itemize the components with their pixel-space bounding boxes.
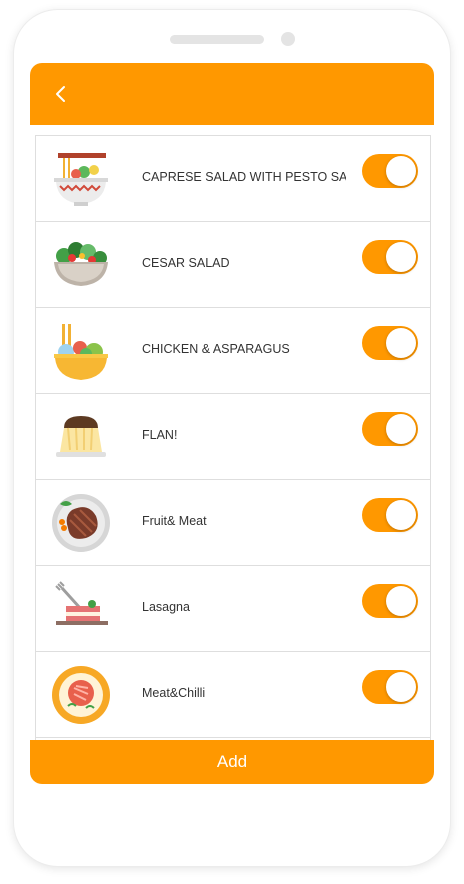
app-screen: CAPRESE SALAD WITH PESTO SAUCE [30,63,434,784]
list-item: Fruit& Meat [36,480,430,566]
phone-frame: CAPRESE SALAD WITH PESTO SAUCE [14,10,450,866]
toggle-knob [386,500,416,530]
list-item-label: CHICKEN & ASPARAGUS [142,342,290,356]
item-toggle[interactable] [362,498,418,532]
toggle-knob [386,414,416,444]
list-item: CHICKEN & ASPARAGUS [36,308,430,394]
toggle-knob [386,156,416,186]
phone-camera [281,32,295,46]
item-toggle[interactable] [362,240,418,274]
toggle-knob [386,328,416,358]
list-item: CAPRESE SALAD WITH PESTO SAUCE [36,136,430,222]
item-toggle[interactable] [362,584,418,618]
flan-dessert-icon [50,406,112,468]
chevron-left-icon[interactable] [52,83,72,105]
list-item: CESAR SALAD [36,222,430,308]
rice-bowl-chopsticks-icon [50,320,112,382]
list-item: Meat&Chilli [36,652,430,738]
app-bar [30,63,434,125]
list-item-label: Lasagna [142,600,190,614]
lasagna-fork-icon [50,578,112,640]
list-item: FLAN! [36,394,430,480]
toggle-knob [386,242,416,272]
list-item-label: CAPRESE SALAD WITH PESTO SAUCE [142,170,346,184]
salad-bowl-icon [50,234,112,296]
list-item-label: Meat&Chilli [142,686,206,700]
phone-speaker [170,35,264,44]
item-toggle[interactable] [362,670,418,704]
toggle-knob [386,586,416,616]
steak-plate-icon [50,492,112,554]
list-item: Lasagna [36,566,430,652]
toggle-knob [386,672,416,702]
list-item-label: CESAR SALAD [142,256,230,270]
item-toggle[interactable] [362,412,418,446]
list-item-label: Fruit& Meat [142,514,207,528]
dish-list: CAPRESE SALAD WITH PESTO SAUCE [35,135,431,741]
item-toggle[interactable] [362,154,418,188]
item-toggle[interactable] [362,326,418,360]
noodle-bowl-icon [50,148,112,210]
meat-chilli-plate-icon [50,664,112,726]
list-item-label: FLAN! [142,428,178,442]
add-button[interactable]: Add [30,740,434,784]
